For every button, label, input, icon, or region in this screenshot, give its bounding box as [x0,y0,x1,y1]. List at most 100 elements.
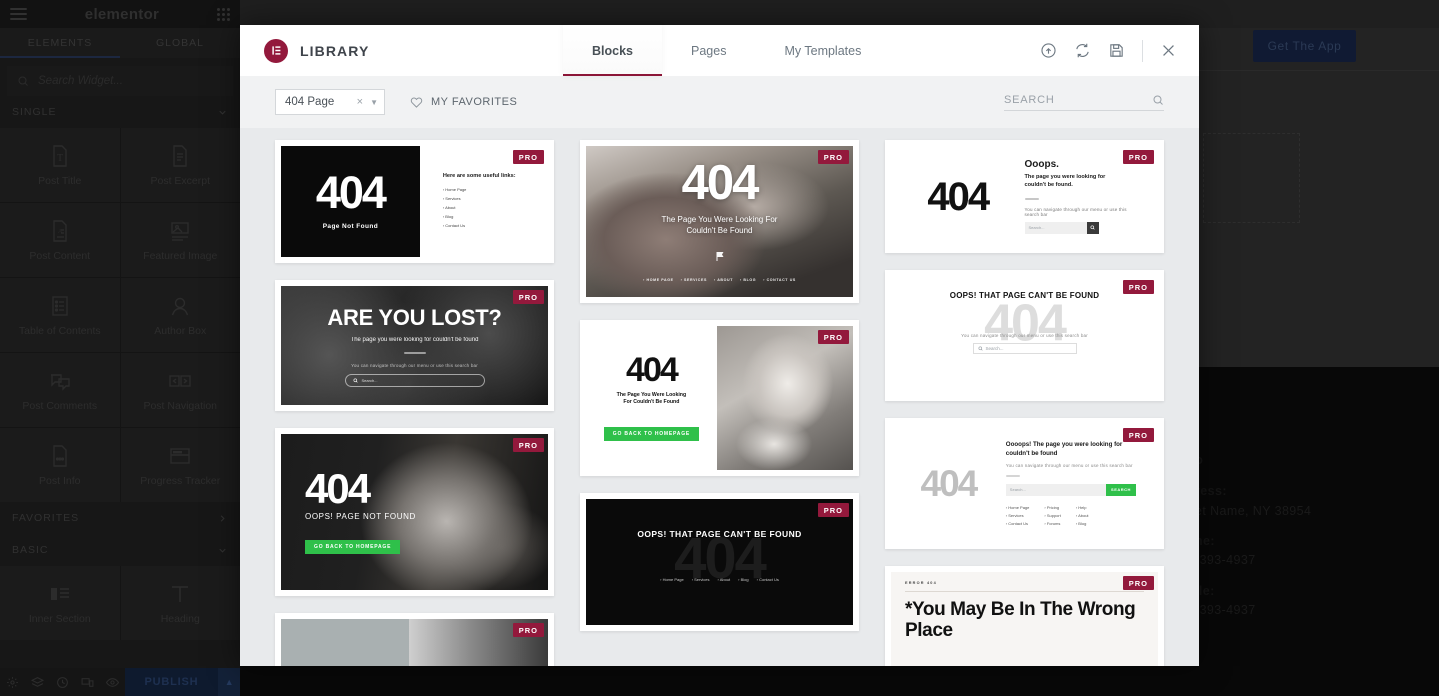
template-subtext: The Page You Were Looking For Couldn't B… [616,392,687,406]
widget-post-excerpt[interactable]: Post Excerpt [120,128,240,202]
tab-my-templates[interactable]: My Templates [755,25,890,76]
widget-label: Post Comments [22,399,98,412]
widget-post-content[interactable]: A Post Content [0,203,120,277]
widget-heading[interactable]: Heading [120,566,240,640]
template-card[interactable]: PRO 404 The Page You Were Looking For Co… [580,320,859,476]
tab-blocks[interactable]: Blocks [563,25,662,76]
template-title: Oooops! The page you were looking for co… [1005,441,1123,457]
my-favorites-button[interactable]: MY FAVORITES [410,96,517,109]
widget-author-box[interactable]: Author Box [120,278,240,352]
template-card[interactable]: PRO 404 Page Not Found Here are some use… [275,140,554,263]
widget-featured-image[interactable]: Featured Image [120,203,240,277]
contact-address-value: et Name, NY 38954 [1195,503,1312,518]
category-filter-select[interactable]: 404 Page × ▼ [275,89,385,115]
widget-search-field[interactable]: Search Widget... [7,66,233,96]
template-hint: You can navigate through our menu or use… [1005,462,1133,468]
post-navigation-icon [168,369,192,393]
divider [1005,474,1020,477]
template-thumbnail: 404 OOPS! THAT PAGE CAN'T BE FOUND You c… [891,276,1158,395]
widget-post-info[interactable]: Post Info [0,428,120,502]
widget-label: Post Excerpt [150,174,211,187]
template-card[interactable]: PRO 404 OOPS! PAGE NOT FOUND GO BACK TO … [275,428,554,596]
divider [905,591,1144,592]
responsive-mode-icon[interactable] [75,676,100,689]
template-card[interactable]: PRO 404 Oooops! The page you were lookin… [885,418,1164,549]
search-icon [18,76,28,86]
pro-badge: PRO [512,623,544,637]
template-column-3: PRO 404 Ooops. The page you were looking… [885,140,1164,666]
sync-icon[interactable] [1074,42,1091,59]
panel-tab-global[interactable]: GLOBAL [120,28,240,58]
elementor-logo-icon [264,38,288,63]
widget-table-of-contents[interactable]: Table of Contents [0,278,120,352]
template-nav-item: › Home Page [660,576,684,582]
template-headline: *You May Be In The Wrong Place [905,599,1136,642]
widget-grid-single: T Post Title Post Excerpt A Post Content… [0,128,240,502]
featured-image-icon [168,219,192,243]
template-card[interactable]: PRO [275,613,554,666]
template-card[interactable]: PRO 404 The Page You Were Looking For Co… [580,140,859,303]
save-icon[interactable] [1108,42,1125,59]
template-link: Blog [445,214,454,219]
template-grid-scroll-area[interactable]: PRO 404 Page Not Found Here are some use… [240,128,1199,666]
layers-icon[interactable] [25,676,50,689]
contact-mobile-value: -393-4937 [1195,603,1256,618]
template-link: Home Page [445,187,467,192]
section-single[interactable]: SINGLE [0,96,240,128]
grid-apps-icon[interactable] [217,7,230,21]
template-search-button [1086,221,1099,234]
template-link: › Services [1005,512,1024,518]
pro-badge: PRO [512,150,544,164]
template-search-placeholder: Search... [1009,487,1026,493]
template-card[interactable]: PRO 404 OOPS! THAT PAGE CAN'T BE FOUND ›… [580,493,859,631]
tab-pages[interactable]: Pages [662,25,755,76]
contact-mobile-label: ile: [1195,583,1215,598]
template-title: Ooops. [1024,159,1059,171]
get-the-app-button[interactable]: Get The App [1253,30,1356,62]
widget-label: Post Info [39,474,81,487]
template-hint: You can navigate through our menu or use… [1024,206,1127,217]
library-search[interactable] [1004,93,1164,111]
publish-button[interactable]: PUBLISH [124,668,219,696]
panel-tab-elements[interactable]: ELEMENTS [0,28,120,58]
contact-heading: o [1195,452,1204,467]
widget-progress-tracker[interactable]: Progress Tracker [120,428,240,502]
pro-badge: PRO [512,290,544,304]
template-card[interactable]: PRO 404 Ooops. The page you were looking… [885,140,1164,253]
info-icon[interactable] [1040,42,1057,59]
preview-eye-icon[interactable] [100,676,125,689]
template-headline: OOPS! THAT PAGE CAN'T BE FOUND [637,528,802,539]
template-card[interactable]: PRO ERROR 404 *You May Be In The Wrong P… [885,566,1164,666]
template-search-field: Search... [344,373,485,387]
heart-icon [410,96,423,109]
template-search-placeholder: Search... [1028,225,1045,231]
contact-phone-value: -393-4937 [1195,553,1256,568]
template-thumbnail: ARE YOU LOST? The page you were looking … [281,286,548,405]
template-search-placeholder: Search... [985,346,1004,351]
history-icon[interactable] [50,676,75,689]
template-nav-item: › CONTACT US [763,278,796,283]
search-input[interactable] [1004,93,1152,106]
close-icon[interactable] [1160,42,1177,59]
template-card[interactable]: PRO ARE YOU LOST? The page you were look… [275,280,554,411]
section-basic[interactable]: BASIC [0,534,240,566]
widget-post-title[interactable]: T Post Title [0,128,120,202]
widget-inner-section[interactable]: Inner Section [0,566,120,640]
contact-address: ress: et Name, NY 38954 [1195,482,1311,521]
library-toolbar: 404 Page × ▼ MY FAVORITES [240,76,1199,128]
template-nav: › Home Page › Services › About › Blog › … [660,577,779,582]
section-favorites[interactable]: FAVORITES [0,502,240,534]
widget-post-navigation[interactable]: Post Navigation [120,353,240,427]
template-subtext: OOPS! PAGE NOT FOUND [305,511,416,521]
widget-post-comments[interactable]: Post Comments [0,353,120,427]
library-title: LIBRARY [300,42,370,59]
hamburger-menu-icon[interactable] [10,5,27,23]
category-filter-clear-icon[interactable]: × [357,96,363,108]
panel-footer: PUBLISH ▲ [0,668,240,696]
template-link: › About [1075,512,1089,518]
settings-icon[interactable] [0,676,25,689]
post-info-icon [48,444,72,468]
template-card[interactable]: PRO 404 OOPS! THAT PAGE CAN'T BE FOUND Y… [885,270,1164,401]
publish-options-caret-icon[interactable]: ▲ [218,668,240,696]
pro-badge: PRO [1122,428,1154,442]
